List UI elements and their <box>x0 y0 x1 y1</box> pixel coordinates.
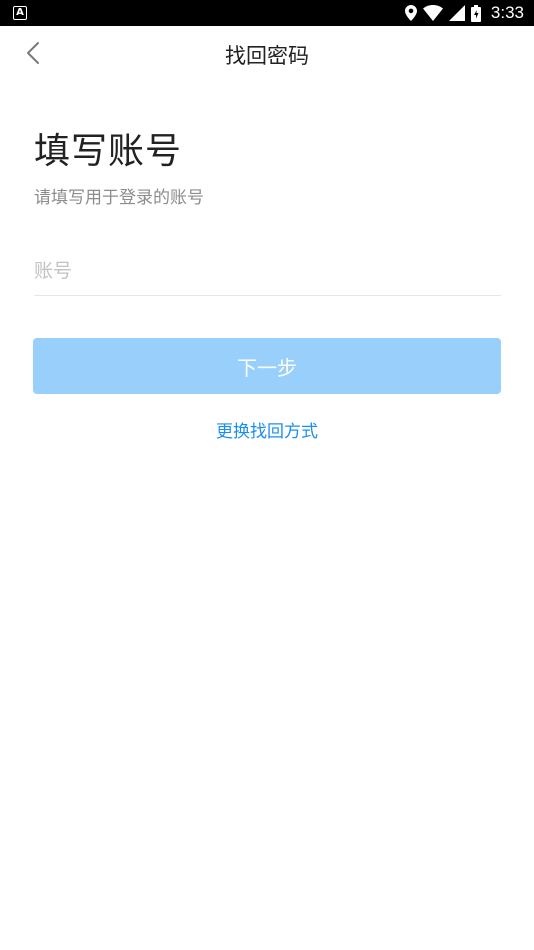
next-step-button[interactable]: 下一步 <box>33 338 501 394</box>
status-time: 3:33 <box>490 3 524 22</box>
page-title: 找回密码 <box>225 44 309 68</box>
signal-icon <box>448 5 465 21</box>
wifi-icon <box>422 5 443 21</box>
status-bar: A 3:33 <box>0 0 534 26</box>
form-subtitle: 请填写用于登录的账号 <box>34 188 204 208</box>
battery-icon <box>470 4 481 22</box>
account-input[interactable] <box>34 246 501 296</box>
form-heading: 填写账号 <box>34 131 183 172</box>
nav-bar: 找回密码 <box>0 26 534 84</box>
switch-recovery-method-link[interactable]: 更换找回方式 <box>0 417 534 442</box>
notification-app-icon: A <box>13 6 27 20</box>
status-icons: 3:33 <box>404 0 524 26</box>
location-icon <box>404 5 417 21</box>
